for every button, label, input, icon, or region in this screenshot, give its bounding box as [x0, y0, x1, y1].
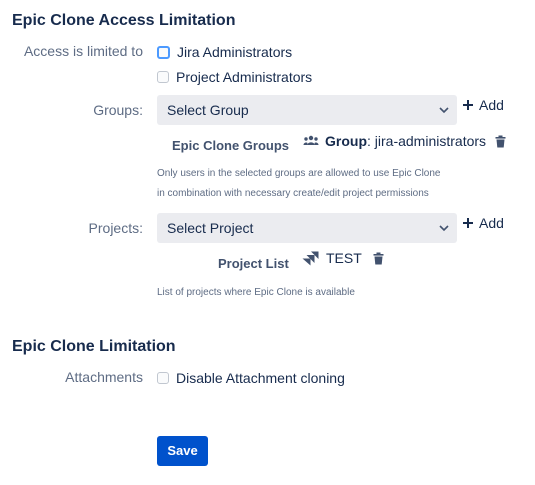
access-label: Access is limited to [23, 43, 143, 59]
group-value: jira-administrators [374, 133, 487, 149]
section-title-limitation: Epic Clone Limitation [12, 338, 176, 355]
project-select-value: Select Project [167, 220, 254, 236]
save-button[interactable]: Save [157, 436, 208, 466]
group-select-value: Select Group [167, 102, 249, 118]
attachments-label: Attachments [65, 369, 143, 385]
option-jira-admins[interactable]: Jira Administrators [157, 44, 292, 60]
checkbox-jira-admins[interactable] [157, 45, 170, 59]
users-icon [303, 135, 319, 145]
add-project-label: Add [479, 215, 504, 231]
groups-list-title: Epic Clone Groups [172, 138, 290, 153]
trash-icon[interactable] [373, 252, 384, 265]
project-value: TEST [326, 250, 362, 266]
add-project-button[interactable]: Add [462, 215, 504, 231]
projects-label: Projects: [88, 220, 143, 236]
project-select[interactable]: Select Project [157, 213, 457, 243]
project-list-title: Project List [218, 256, 289, 271]
chevron-down-icon [439, 225, 449, 232]
add-group-label: Add [479, 97, 504, 113]
plus-icon [463, 100, 473, 110]
plus-icon [463, 218, 473, 228]
groups-label: Groups: [93, 102, 143, 118]
groups-help-line2: in combination with necessary create/edi… [157, 188, 429, 199]
add-group-button[interactable]: Add [462, 97, 504, 113]
option-disable-attachment[interactable]: Disable Attachment cloning [157, 370, 345, 386]
chevron-down-icon [439, 107, 449, 114]
checkbox-disable-attachment[interactable] [157, 372, 169, 384]
group-sep: : [367, 133, 371, 149]
project-entry: TEST [302, 250, 384, 266]
group-select[interactable]: Select Group [157, 95, 457, 125]
jira-icon [302, 251, 319, 265]
option-jira-admins-label: Jira Administrators [177, 44, 293, 60]
option-project-admins[interactable]: Project Administrators [157, 69, 312, 85]
option-project-admins-label: Project Administrators [176, 69, 313, 85]
group-prefix: Group [325, 133, 367, 149]
projects-help: List of projects where Epic Clone is ava… [157, 287, 355, 298]
groups-help-line1: Only users in the selected groups are al… [157, 168, 441, 179]
group-entry: Group: jira-administrators [303, 133, 506, 149]
trash-icon[interactable] [495, 135, 506, 148]
option-disable-attachment-label: Disable Attachment cloning [176, 370, 345, 386]
checkbox-project-admins[interactable] [157, 71, 169, 83]
section-title-access: Epic Clone Access Limitation [12, 12, 236, 29]
